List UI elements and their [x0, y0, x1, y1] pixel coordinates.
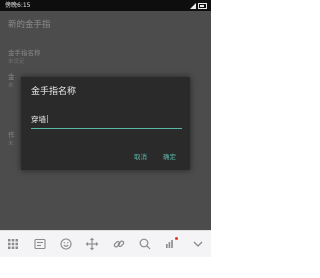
cursor-move-icon[interactable]: [85, 237, 99, 251]
emoji-icon[interactable]: [59, 237, 73, 251]
name-dialog: 金手指名称 穿墙 取消 确定: [21, 77, 190, 170]
pref-item-name-summary: 未设定: [8, 59, 25, 65]
pref-item-3-title[interactable]: 作: [8, 129, 15, 139]
pref-item-2-title[interactable]: 金: [8, 71, 15, 81]
cancel-button[interactable]: 取消: [134, 151, 147, 161]
status-icons: [190, 2, 207, 9]
pref-item-3-summary: 未: [8, 141, 14, 147]
pref-item-name-title[interactable]: 金手指名称: [8, 47, 41, 57]
link-icon[interactable]: [112, 237, 126, 251]
keyboard-toolbar: [0, 230, 211, 257]
status-time: 傍晚6:15: [5, 2, 31, 9]
text-caret: [47, 115, 48, 123]
dialog-title: 金手指名称: [31, 87, 77, 97]
voice-notification-icon[interactable]: [164, 237, 179, 251]
name-input-value-wrap: 穿墙: [31, 115, 48, 125]
keyboard-grid-icon[interactable]: [6, 237, 20, 251]
collapse-keyboard-icon[interactable]: [191, 237, 205, 251]
battery-icon: [198, 2, 207, 9]
phone-screen: 傍晚6:15 新的金手指 金手指名称 未设定 金 未 作 未 金手指名称 穿墙 …: [0, 0, 211, 278]
status-bar: 傍晚6:15: [0, 0, 211, 11]
pref-item-2-summary: 未: [8, 83, 14, 89]
name-input[interactable]: 穿墙: [31, 115, 182, 129]
ok-button[interactable]: 确定: [163, 151, 176, 161]
text-format-icon[interactable]: [33, 237, 47, 251]
page-title: 新的金手指: [8, 20, 51, 30]
input-underline: [31, 127, 182, 129]
keyboard-area: [0, 257, 211, 278]
search-icon[interactable]: [138, 237, 152, 251]
name-input-value: 穿墙: [31, 115, 46, 124]
signal-icon: [190, 2, 196, 9]
